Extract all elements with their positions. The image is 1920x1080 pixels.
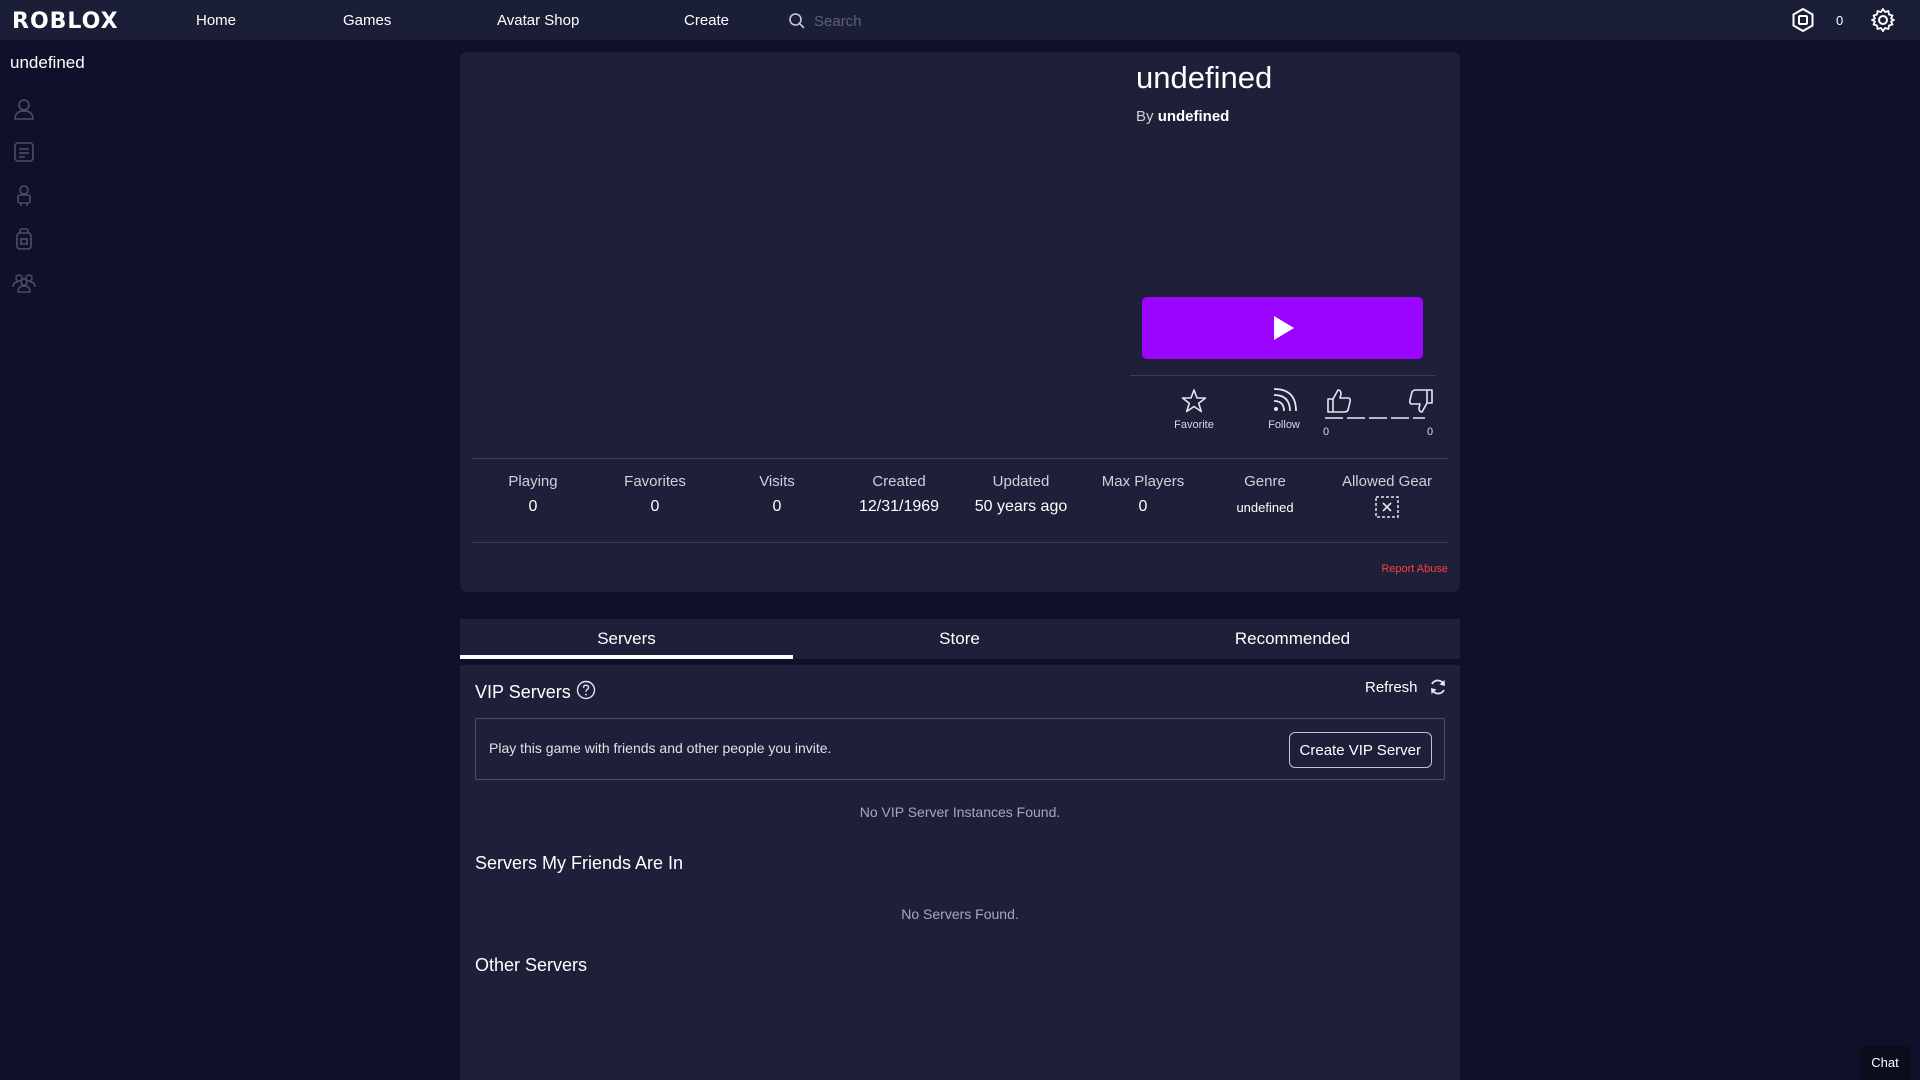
by-prefix: By bbox=[1136, 108, 1154, 125]
stat-created: Created 12/31/1969 bbox=[838, 473, 960, 516]
avatar-icon[interactable] bbox=[12, 183, 36, 207]
friends-empty-message: No Servers Found. bbox=[901, 906, 1019, 922]
game-tabs: Servers Store Recommended bbox=[460, 619, 1460, 659]
vip-empty-message: No VIP Server Instances Found. bbox=[859, 804, 1061, 820]
stat-label: Created bbox=[872, 473, 926, 490]
tab-servers[interactable]: Servers bbox=[460, 619, 793, 659]
stat-value: 0 bbox=[1138, 498, 1148, 515]
robux-count: 0 bbox=[1836, 13, 1844, 28]
stat-label: Genre bbox=[1244, 473, 1286, 490]
stat-label: Allowed Gear bbox=[1341, 473, 1433, 490]
downvote-count: 0 bbox=[1427, 426, 1434, 438]
refresh-icon[interactable] bbox=[1428, 677, 1448, 697]
stat-label: Max Players bbox=[1101, 473, 1185, 490]
vip-description: Play this game with friends and other pe… bbox=[489, 740, 832, 756]
search-icon bbox=[789, 13, 805, 29]
servers-panel: VIP Servers Refresh Play this game with … bbox=[460, 665, 1460, 1080]
stat-label: Favorites bbox=[624, 473, 686, 490]
search-bar bbox=[788, 10, 1088, 32]
roblox-logo[interactable]: ROBLOX bbox=[12, 9, 119, 34]
stat-updated: Updated 50 years ago bbox=[960, 473, 1082, 516]
stat-label: Playing bbox=[508, 473, 558, 490]
stat-allowed-gear: Allowed Gear bbox=[1326, 473, 1448, 518]
nav-link-home[interactable]: Home bbox=[196, 12, 236, 29]
star-icon bbox=[1181, 389, 1207, 413]
stat-value: 12/31/1969 bbox=[858, 498, 940, 515]
tab-recommended[interactable]: Recommended bbox=[1126, 619, 1459, 659]
stat-genre: Genre undefined bbox=[1204, 473, 1326, 515]
nav-link-games[interactable]: Games bbox=[343, 12, 391, 29]
create-vip-server-button[interactable]: Create VIP Server bbox=[1288, 732, 1432, 768]
inventory-icon[interactable] bbox=[12, 227, 36, 251]
stat-value: 0 bbox=[650, 498, 660, 515]
game-title: undefined bbox=[1136, 60, 1273, 95]
play-icon bbox=[1273, 316, 1294, 340]
other-servers-title: Other Servers bbox=[475, 955, 588, 975]
play-button[interactable] bbox=[1142, 297, 1423, 359]
game-creator-line: By undefined bbox=[1136, 108, 1229, 125]
sidebar-username[interactable]: undefined bbox=[10, 53, 85, 73]
stat-value: 0 bbox=[772, 498, 782, 515]
favorite-label: Favorite bbox=[1174, 419, 1214, 431]
stat-playing: Playing 0 bbox=[472, 473, 594, 516]
rss-icon bbox=[1273, 388, 1297, 412]
gear-icon[interactable] bbox=[1870, 7, 1896, 33]
stat-favorites: Favorites 0 bbox=[594, 473, 716, 516]
top-navbar: ROBLOX Home Games Avatar Shop Create 0 bbox=[0, 0, 1920, 40]
nav-link-avatar-shop[interactable]: Avatar Shop bbox=[497, 12, 579, 29]
stat-value: 50 years ago bbox=[974, 498, 1068, 515]
follow-button[interactable]: Follow bbox=[1254, 387, 1314, 431]
tab-store[interactable]: Store bbox=[793, 619, 1126, 659]
profile-icon[interactable] bbox=[12, 97, 36, 121]
stat-visits: Visits 0 bbox=[716, 473, 838, 516]
sidebar: undefined bbox=[0, 40, 85, 1080]
stats-divider-top bbox=[472, 458, 1448, 459]
chat-button[interactable]: Chat bbox=[1860, 1046, 1910, 1080]
game-creator-link[interactable]: undefined bbox=[1158, 108, 1230, 125]
stat-value: 0 bbox=[528, 498, 538, 515]
vote-percentage-bar bbox=[1325, 417, 1425, 419]
thumbs-down-icon[interactable] bbox=[1407, 387, 1435, 415]
groups-icon[interactable] bbox=[12, 270, 36, 294]
nav-link-create[interactable]: Create bbox=[684, 12, 729, 29]
vip-server-box: Play this game with friends and other pe… bbox=[475, 718, 1445, 780]
robux-icon[interactable] bbox=[1791, 8, 1815, 32]
help-icon[interactable] bbox=[576, 680, 596, 700]
stat-max-players: Max Players 0 bbox=[1082, 473, 1204, 516]
refresh-button[interactable]: Refresh bbox=[1365, 679, 1418, 696]
upvote-count: 0 bbox=[1323, 426, 1330, 438]
stat-value[interactable]: undefined bbox=[1204, 500, 1326, 515]
friends-servers-title: Servers My Friends Are In bbox=[475, 853, 684, 873]
thumbs-up-icon[interactable] bbox=[1325, 387, 1353, 415]
no-gear-icon bbox=[1375, 496, 1399, 518]
stat-label: Updated bbox=[992, 473, 1050, 490]
stats-divider-bottom bbox=[472, 542, 1448, 543]
report-abuse-link[interactable]: Report Abuse bbox=[1381, 563, 1448, 575]
game-details-card: undefined By undefined Favorite Follow 0… bbox=[460, 52, 1460, 592]
stat-label: Visits bbox=[759, 473, 795, 490]
messages-icon[interactable] bbox=[12, 140, 36, 164]
action-divider bbox=[1130, 375, 1436, 376]
vip-servers-title: VIP Servers bbox=[475, 682, 571, 702]
follow-label: Follow bbox=[1268, 419, 1300, 431]
search-input[interactable] bbox=[814, 12, 1074, 30]
favorite-button[interactable]: Favorite bbox=[1164, 387, 1224, 431]
